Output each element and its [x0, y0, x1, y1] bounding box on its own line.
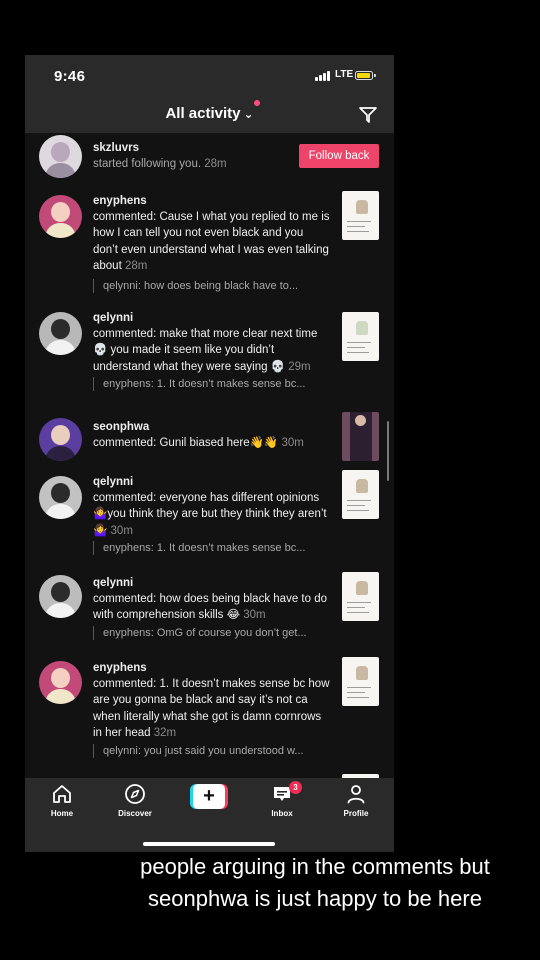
comment-text: commented: make that more clear next tim… — [93, 328, 318, 373]
tab-label: Inbox — [271, 809, 293, 818]
activity-header: All activity ⌄ — [25, 100, 394, 133]
activity-item[interactable]: enyphens commented: 1. It doesn’t makes … — [25, 657, 394, 769]
signal-icon — [315, 71, 333, 81]
plus-icon: + — [193, 784, 225, 809]
reply-quote: qelynni: you just said you understood w.… — [93, 744, 338, 758]
video-caption: people arguing in the comments but seonp… — [140, 854, 490, 911]
activity-list[interactable]: skzluvrs started following you. 28m Foll… — [25, 133, 394, 778]
inbox-badge: 3 — [289, 781, 302, 794]
scrollbar[interactable] — [387, 421, 389, 481]
tab-inbox[interactable]: 3 Inbox — [252, 781, 312, 818]
home-indicator — [143, 842, 275, 846]
video-thumbnail[interactable] — [342, 657, 379, 706]
tab-label: Home — [50, 809, 74, 818]
activity-item[interactable]: qelynni commented: make that more clear … — [25, 306, 394, 401]
avatar[interactable] — [39, 476, 82, 519]
username[interactable]: qelynni — [93, 577, 133, 589]
activity-item[interactable]: qelynni commented: everyone has differen… — [25, 470, 394, 565]
username[interactable]: skzluvrs — [93, 142, 139, 154]
comment-text: commented: how does being black have to … — [93, 593, 327, 622]
header-title: All activity — [165, 105, 241, 122]
network-label: LTE — [335, 69, 354, 80]
video-thumbnail[interactable] — [342, 312, 379, 361]
reply-quote: enyphens: 1. It doesn’t makes sense bc..… — [93, 377, 338, 391]
username[interactable]: qelynni — [93, 476, 133, 488]
tab-discover[interactable]: Discover — [105, 783, 165, 818]
avatar[interactable] — [39, 312, 82, 355]
username[interactable]: seonphwa — [93, 421, 149, 433]
avatar[interactable] — [39, 661, 82, 704]
comment-text: commented: Cause I what you replied to m… — [93, 211, 330, 272]
phone-screen: 9:46 LTE All activity ⌄ skzluvrs started … — [25, 55, 394, 852]
username[interactable]: enyphens — [93, 662, 147, 674]
comment-text: commented: everyone has different opinio… — [93, 492, 327, 537]
discover-icon — [125, 784, 145, 804]
avatar[interactable] — [39, 135, 82, 178]
activity-filter-dropdown[interactable]: All activity ⌄ — [25, 105, 394, 122]
comment-text: commented: Gunil biased here👋👋 30m — [93, 437, 304, 449]
username[interactable]: qelynni — [93, 312, 133, 324]
status-bar: 9:46 LTE — [25, 55, 394, 100]
reply-quote: qelynni: how does being black have to... — [93, 279, 338, 293]
tab-label: Profile — [343, 809, 369, 818]
comment-text: commented: 1. It doesn’t makes sense bc … — [93, 678, 330, 739]
profile-icon — [347, 785, 365, 804]
activity-item[interactable]: enyphens commented: Cause I what you rep… — [25, 189, 394, 299]
activity-text: started following you. 28m — [93, 158, 227, 170]
avatar[interactable] — [39, 575, 82, 618]
activity-item[interactable]: qelynni commented: how does being black … — [25, 572, 394, 648]
video-thumbnail[interactable] — [342, 191, 379, 240]
reply-quote: enyphens: 1. It doesn’t makes sense bc..… — [93, 541, 338, 555]
create-button[interactable]: + — [190, 784, 228, 809]
avatar[interactable] — [39, 418, 82, 461]
reply-quote: enyphens: OmG of course you don’t get... — [93, 626, 338, 640]
bottom-tab-bar: Home Discover + 3 Inbox Profile — [25, 778, 394, 852]
battery-icon — [355, 71, 376, 80]
tab-profile[interactable]: Profile — [326, 783, 386, 818]
tab-label: Discover — [118, 809, 152, 818]
follow-back-button[interactable]: Follow back — [299, 144, 379, 168]
tab-home[interactable]: Home — [32, 783, 92, 818]
video-thumbnail[interactable] — [342, 572, 379, 621]
video-thumbnail[interactable] — [342, 470, 379, 519]
activity-item[interactable]: seonphwa commented: Gunil biased here👋👋 … — [25, 412, 394, 467]
filter-icon[interactable] — [358, 105, 378, 125]
chevron-down-icon: ⌄ — [243, 107, 254, 121]
username[interactable]: enyphens — [93, 195, 147, 207]
activity-item[interactable]: skzluvrs started following you. 28m Foll… — [25, 133, 394, 183]
avatar[interactable] — [39, 195, 82, 238]
notification-dot — [254, 100, 260, 106]
video-thumbnail[interactable] — [342, 412, 379, 461]
home-icon — [53, 785, 71, 803]
status-time: 9:46 — [54, 68, 86, 85]
